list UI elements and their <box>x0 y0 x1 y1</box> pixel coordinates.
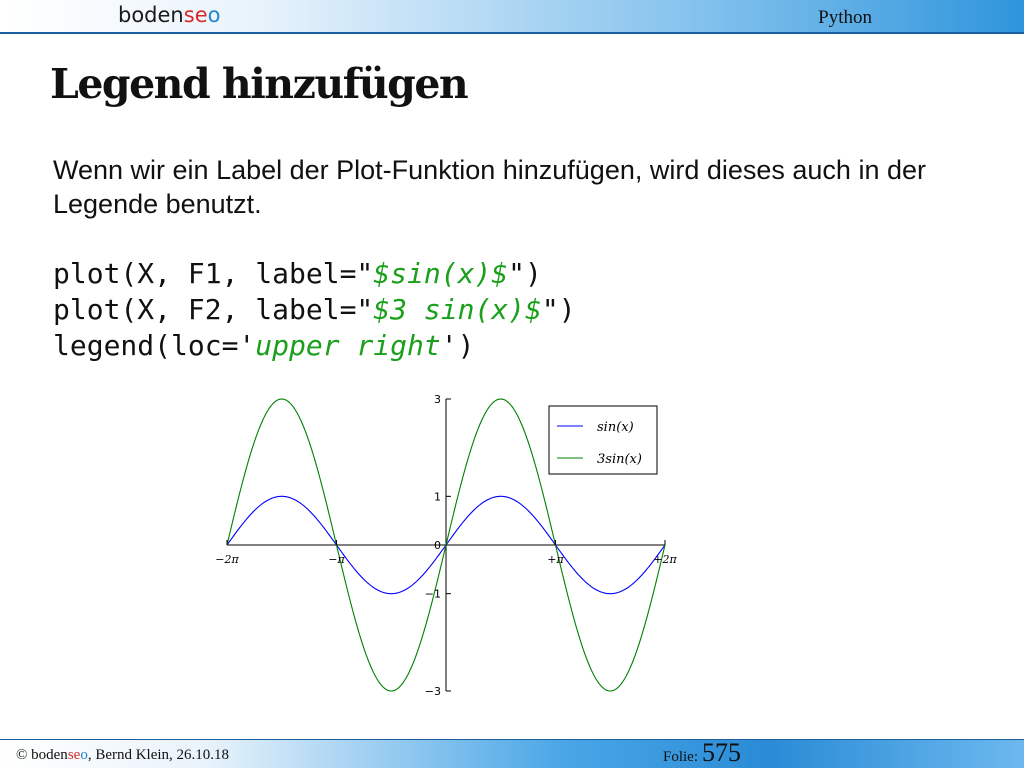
x-tick-label: +2π <box>653 553 677 566</box>
legend-label-1: sin(x) <box>597 420 634 435</box>
code-line-3: legend(loc='upper right') <box>53 329 475 362</box>
slide-number: 575 <box>702 738 742 767</box>
slide-label: Folie: <box>663 749 699 765</box>
x-tick-label: −2π <box>215 553 239 566</box>
x-tick-label: +π <box>547 553 564 566</box>
x-tick-label: −π <box>328 553 345 566</box>
code-line-2: plot(X, F2, label="$3 sin(x)$") <box>53 293 576 326</box>
y-tick-label: −1 <box>425 588 441 601</box>
chart-legend: sin(x) 3sin(x) <box>548 405 658 475</box>
topic-label: Python <box>818 7 872 28</box>
slide-paragraph: Wenn wir ein Label der Plot-Funktion hin… <box>53 155 926 219</box>
y-tick-label: −3 <box>425 685 441 698</box>
header-bar: bodenseo Python <box>0 0 1024 34</box>
slide-title: Legend hinzufügen <box>50 60 469 108</box>
sine-chart: −2π −π +π +2π 3 1 0 −1 −3 sin(x) 3sin(x) <box>215 393 677 698</box>
y-tick-label: 0 <box>434 539 441 552</box>
footer-slide-counter: Folie: 575 <box>663 738 741 768</box>
brand-logo: bodenseo <box>118 3 221 27</box>
code-line-1: plot(X, F1, label="$sin(x)$") <box>53 257 542 290</box>
footer-copyright: © bodenseo, Bernd Klein, 26.10.18 <box>16 747 230 763</box>
legend-label-2: 3sin(x) <box>597 452 642 467</box>
y-tick-label: 1 <box>434 490 441 503</box>
code-block: plot(X, F1, label="$sin(x)$") plot(X, F2,… <box>53 256 576 364</box>
y-tick-label: 3 <box>434 393 441 406</box>
footer-bar: © bodenseo, Bernd Klein, 26.10.18 Folie:… <box>0 738 1024 768</box>
